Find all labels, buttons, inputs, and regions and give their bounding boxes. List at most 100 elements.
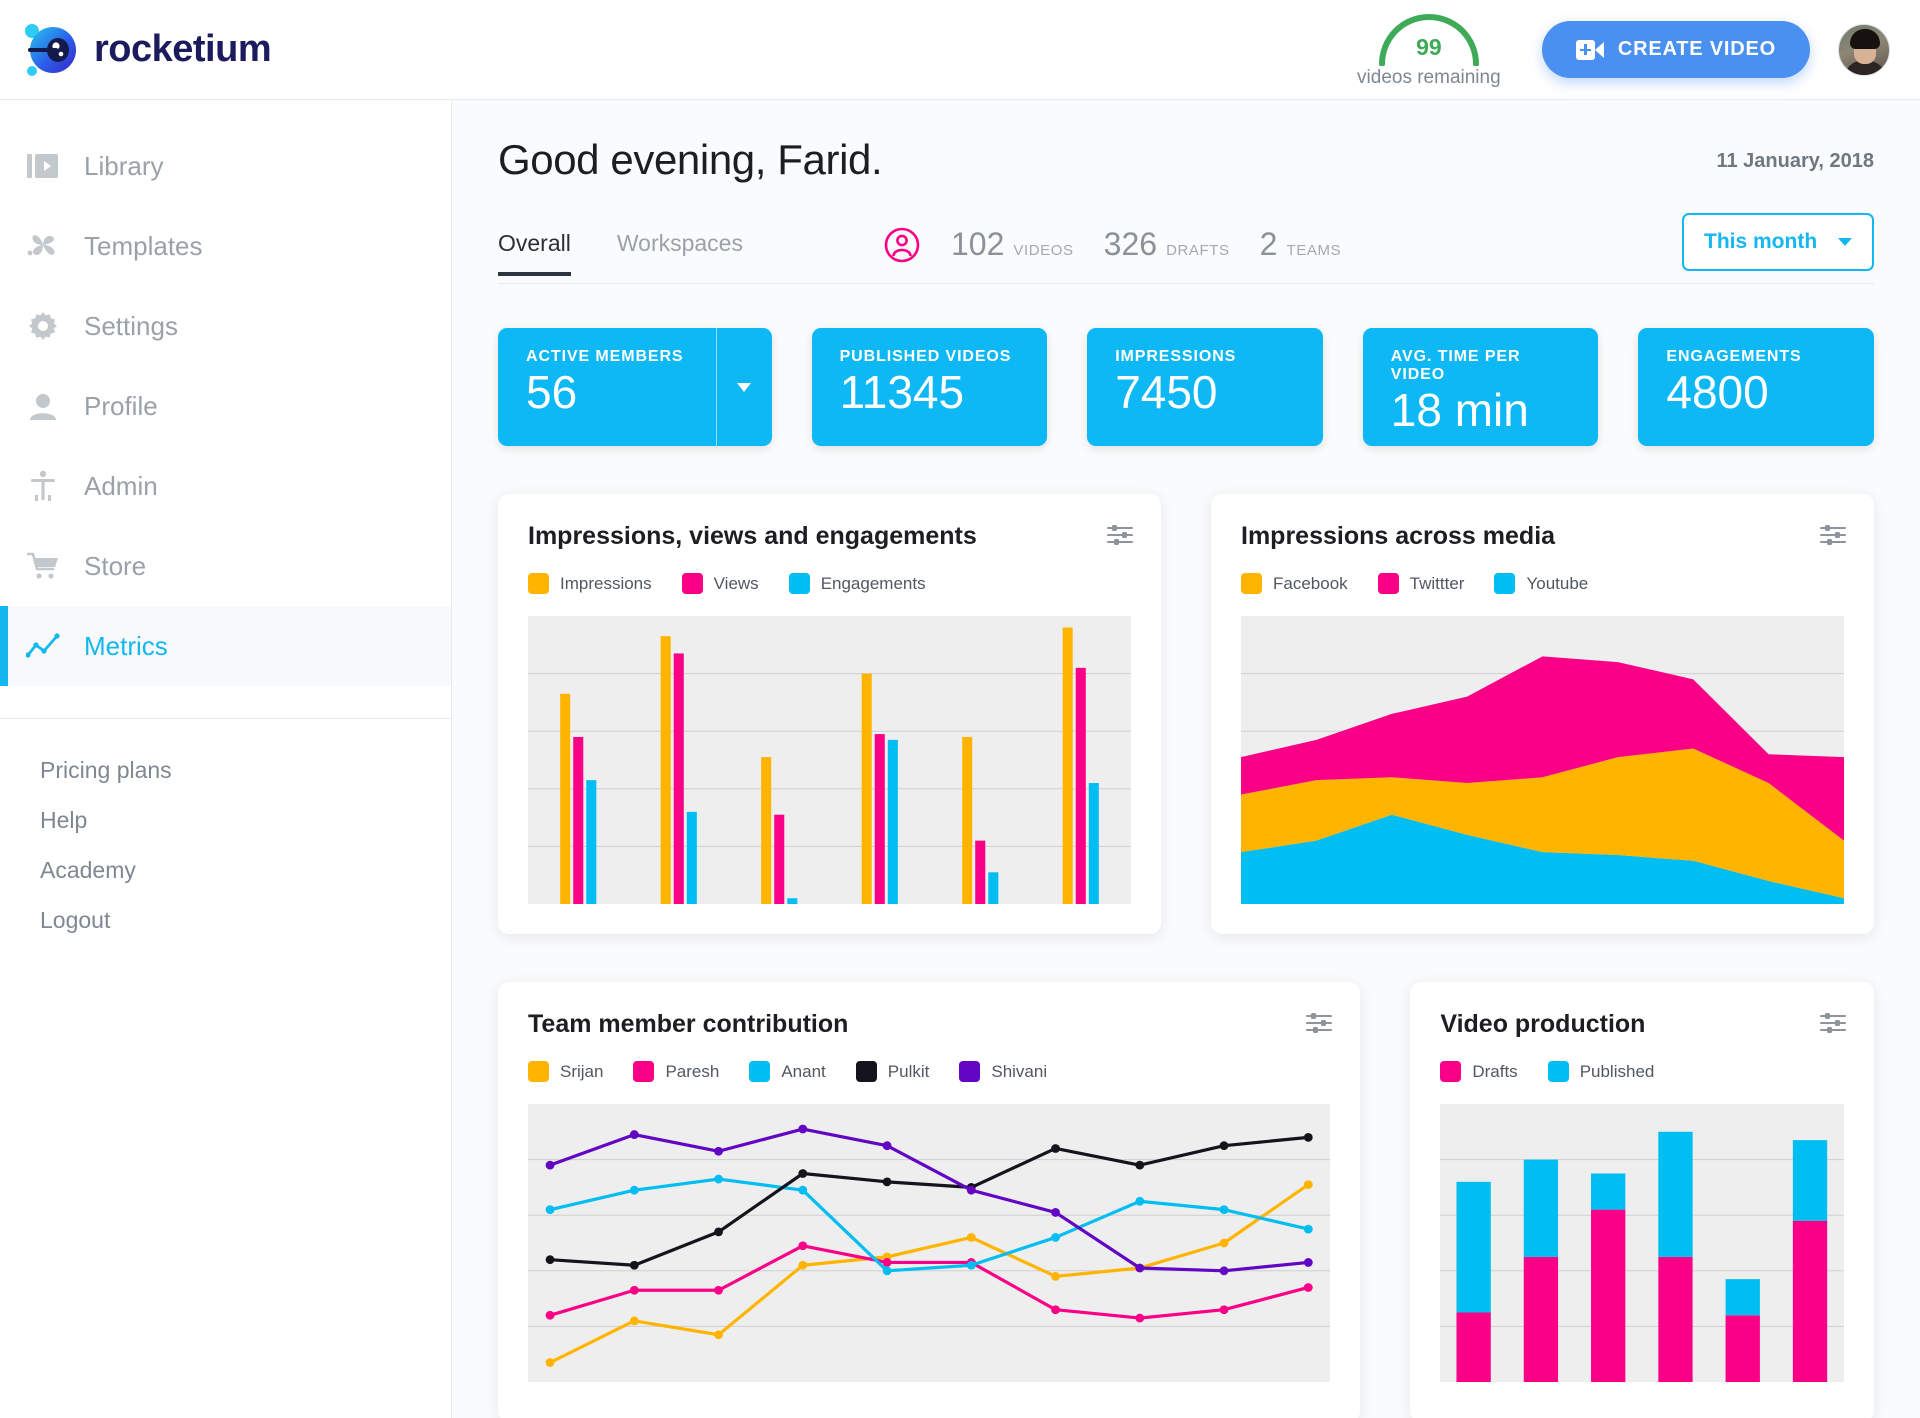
- chart-settings-icon[interactable]: [1820, 1012, 1846, 1039]
- legend-label: Srijan: [560, 1061, 604, 1081]
- sidebar-item-profile[interactable]: Profile: [0, 366, 451, 446]
- kpi-avg-time-per-video[interactable]: AVG. TIME PER VIDEO 18 min: [1362, 328, 1599, 446]
- legend-label: Anant: [781, 1061, 826, 1081]
- legend-item-srijan[interactable]: Srijan: [528, 1061, 603, 1082]
- legend-label: Shivani: [991, 1061, 1048, 1081]
- legend-item-facebook[interactable]: Facebook: [1241, 573, 1348, 594]
- legend-label: Impressions: [560, 573, 652, 593]
- legend-swatch: [1547, 1061, 1569, 1082]
- charts-row-1: Impressions, views and engagements Impre…: [498, 494, 1874, 934]
- kpi-published-videos-value: 11345: [839, 366, 965, 418]
- sidebar-item-store[interactable]: Store: [0, 526, 451, 606]
- greeting-row: Good evening, Farid. 11 January, 2018: [498, 136, 1874, 184]
- kpi-avg-time-label: AVG. TIME PER VIDEO: [1390, 348, 1521, 383]
- card-team-member-contribution: Team member contribution Srijan Paresh A…: [498, 982, 1361, 1418]
- stat-teams: 2 TEAMS: [1260, 226, 1341, 263]
- sidebar-label-templates: Templates: [84, 230, 203, 261]
- sidebar-item-templates[interactable]: Templates: [0, 206, 451, 286]
- sidebar-label-metrics: Metrics: [84, 630, 168, 661]
- sidebar-item-help[interactable]: Help: [0, 795, 451, 845]
- sidebar-item-library[interactable]: Library: [0, 126, 451, 206]
- chart-settings-icon[interactable]: [1820, 524, 1846, 551]
- legend-swatch: [855, 1061, 877, 1082]
- video-camera-plus-icon: [1575, 39, 1604, 60]
- legend-swatch: [1377, 573, 1399, 594]
- plot-team-member-contribution: [528, 1104, 1331, 1382]
- stat-videos: 102 VIDEOS: [951, 226, 1074, 263]
- kpi-impressions[interactable]: IMPRESSIONS 7450: [1087, 328, 1323, 446]
- chart-settings-icon[interactable]: [1306, 1012, 1333, 1039]
- legend-3: Drafts Published: [1440, 1061, 1844, 1082]
- create-video-button[interactable]: CREATE VIDEO: [1541, 21, 1810, 78]
- sidebar-item-metrics[interactable]: Metrics: [0, 606, 451, 686]
- legend-label: Facebook: [1273, 573, 1348, 593]
- kpi-engagements[interactable]: ENGAGEMENTS 4800: [1638, 328, 1874, 446]
- legend-item-published[interactable]: Published: [1547, 1061, 1655, 1082]
- legend-item-drafts[interactable]: Drafts: [1440, 1061, 1518, 1082]
- legend-swatch: [528, 573, 549, 594]
- legend-item-paresh[interactable]: Paresh: [633, 1061, 719, 1082]
- legend-label: Published: [1579, 1061, 1655, 1081]
- legend-label: Youtube: [1526, 573, 1589, 593]
- user-avatar[interactable]: [1838, 23, 1890, 76]
- card-impressions-views-engagements: Impressions, views and engagements Impre…: [498, 494, 1161, 934]
- chart-settings-icon[interactable]: [1107, 524, 1133, 551]
- library-icon: [26, 149, 60, 183]
- admin-icon: [26, 469, 60, 503]
- card-title-2: Team member contribution: [528, 1010, 849, 1038]
- kpi-avg-time-value: 18 min: [1390, 384, 1529, 436]
- create-video-label: CREATE VIDEO: [1617, 38, 1776, 60]
- charts-row-2: Team member contribution Srijan Paresh A…: [498, 982, 1874, 1418]
- sidebar-item-pricing-plans[interactable]: Pricing plans: [0, 745, 451, 795]
- body-wrapper: Library Templates Settings Profile Admin…: [0, 100, 1920, 1418]
- brand-logo[interactable]: rocketium: [0, 19, 452, 81]
- sidebar-label-profile: Profile: [84, 390, 158, 421]
- tab-overall[interactable]: Overall: [498, 230, 571, 276]
- period-select[interactable]: This month: [1682, 213, 1874, 271]
- legend-swatch: [633, 1061, 655, 1082]
- kpi-active-members-dropdown[interactable]: [715, 328, 772, 446]
- sidebar-label-store: Store: [84, 550, 147, 581]
- sidebar-item-logout[interactable]: Logout: [0, 895, 451, 945]
- legend-item-youtube[interactable]: Youtube: [1494, 573, 1588, 594]
- legend-item-impressions[interactable]: Impressions: [528, 573, 652, 594]
- legend-label: Paresh: [665, 1061, 720, 1081]
- chevron-down-icon: [1838, 238, 1852, 246]
- videos-remaining-gauge: 99 videos remaining: [1344, 10, 1514, 89]
- kpi-active-members-value: 56: [526, 366, 578, 418]
- tab-workspaces[interactable]: Workspaces: [617, 230, 743, 275]
- gauge-label: videos remaining: [1357, 67, 1501, 88]
- kpi-active-members[interactable]: ACTIVE MEMBERS 56: [498, 328, 772, 446]
- legend-item-pulkit[interactable]: Pulkit: [855, 1061, 929, 1082]
- gauge-value: 99: [1416, 34, 1442, 60]
- kpi-engagements-value: 4800: [1666, 366, 1769, 418]
- sidebar-item-academy[interactable]: Academy: [0, 845, 451, 895]
- stat-teams-label: TEAMS: [1286, 242, 1342, 259]
- legend-swatch: [788, 573, 810, 594]
- sidebar-label-library: Library: [84, 150, 164, 181]
- legend-swatch: [1494, 573, 1516, 594]
- app-root: rocketium 99 videos remaining CREATE VID…: [0, 0, 1920, 1418]
- kpi-published-videos[interactable]: PUBLISHED VIDEOS 11345: [811, 328, 1048, 446]
- main-content: Good evening, Farid. 11 January, 2018 Ov…: [452, 100, 1920, 1418]
- legend-item-engagements[interactable]: Engagements: [788, 573, 926, 594]
- kpi-published-videos-label: PUBLISHED VIDEOS: [839, 348, 1012, 365]
- tab-bar: Overall Workspaces: [498, 230, 743, 276]
- kpi-impressions-label: IMPRESSIONS: [1115, 348, 1237, 365]
- legend-swatch: [1440, 1061, 1462, 1082]
- sidebar-item-admin[interactable]: Admin: [0, 446, 451, 526]
- sidebar-label-settings: Settings: [84, 310, 178, 341]
- legend-1: Facebook Twittter Youtube: [1241, 573, 1844, 594]
- legend-swatch: [1241, 573, 1262, 594]
- page-title: Good evening, Farid.: [498, 136, 883, 183]
- person-icon: [26, 389, 60, 423]
- legend-label: Drafts: [1472, 1061, 1518, 1081]
- stat-videos-label: VIDEOS: [1013, 242, 1074, 259]
- sidebar-item-settings[interactable]: Settings: [0, 286, 451, 366]
- current-date: 11 January, 2018: [1716, 150, 1874, 172]
- legend-item-twitter[interactable]: Twittter: [1377, 573, 1464, 594]
- legend-item-anant[interactable]: Anant: [749, 1061, 826, 1082]
- legend-item-shivani[interactable]: Shivani: [959, 1061, 1047, 1082]
- legend-item-views[interactable]: Views: [681, 573, 759, 594]
- legend-swatch: [528, 1061, 549, 1082]
